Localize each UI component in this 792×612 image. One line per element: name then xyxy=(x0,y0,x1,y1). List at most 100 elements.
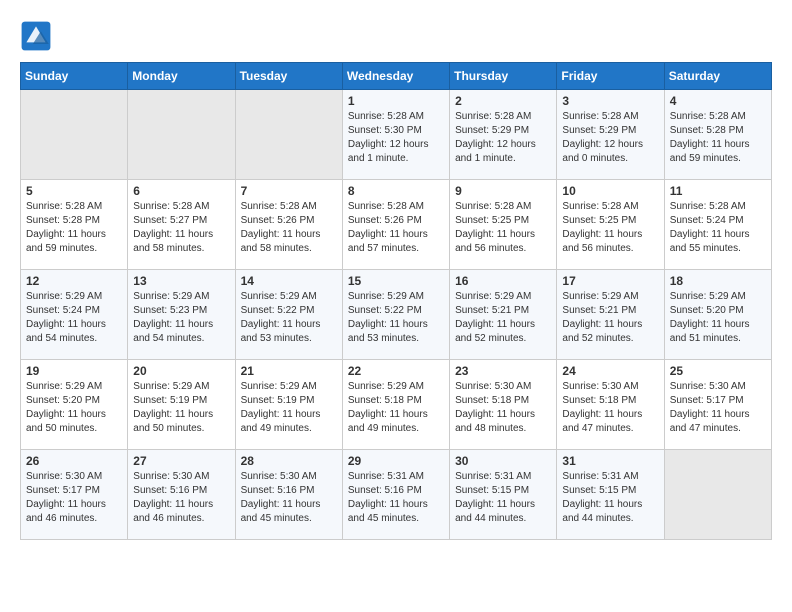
calendar-cell xyxy=(21,90,128,180)
day-info: Sunrise: 5:28 AMSunset: 5:29 PMDaylight:… xyxy=(455,110,551,166)
calendar-cell: 22 Sunrise: 5:29 AMSunset: 5:18 PMDaylig… xyxy=(342,360,449,450)
calendar-cell: 7 Sunrise: 5:28 AMSunset: 5:26 PMDayligh… xyxy=(235,180,342,270)
weekday-header: Monday xyxy=(128,63,235,90)
day-number: 29 xyxy=(348,454,444,468)
day-number: 24 xyxy=(562,364,658,378)
calendar-cell: 5 Sunrise: 5:28 AMSunset: 5:28 PMDayligh… xyxy=(21,180,128,270)
calendar-cell: 4 Sunrise: 5:28 AMSunset: 5:28 PMDayligh… xyxy=(664,90,771,180)
calendar-cell: 31 Sunrise: 5:31 AMSunset: 5:15 PMDaylig… xyxy=(557,450,664,540)
day-number: 6 xyxy=(133,184,229,198)
day-number: 30 xyxy=(455,454,551,468)
day-number: 27 xyxy=(133,454,229,468)
calendar-week-row: 19 Sunrise: 5:29 AMSunset: 5:20 PMDaylig… xyxy=(21,360,772,450)
weekday-header: Sunday xyxy=(21,63,128,90)
day-info: Sunrise: 5:29 AMSunset: 5:18 PMDaylight:… xyxy=(348,380,444,436)
calendar-cell: 24 Sunrise: 5:30 AMSunset: 5:18 PMDaylig… xyxy=(557,360,664,450)
calendar-cell: 10 Sunrise: 5:28 AMSunset: 5:25 PMDaylig… xyxy=(557,180,664,270)
day-info: Sunrise: 5:28 AMSunset: 5:30 PMDaylight:… xyxy=(348,110,444,166)
calendar-cell xyxy=(128,90,235,180)
day-info: Sunrise: 5:28 AMSunset: 5:25 PMDaylight:… xyxy=(455,200,551,256)
calendar-cell: 27 Sunrise: 5:30 AMSunset: 5:16 PMDaylig… xyxy=(128,450,235,540)
calendar-cell: 18 Sunrise: 5:29 AMSunset: 5:20 PMDaylig… xyxy=(664,270,771,360)
day-number: 25 xyxy=(670,364,766,378)
calendar-table: SundayMondayTuesdayWednesdayThursdayFrid… xyxy=(20,62,772,540)
calendar-cell: 6 Sunrise: 5:28 AMSunset: 5:27 PMDayligh… xyxy=(128,180,235,270)
day-number: 7 xyxy=(241,184,337,198)
day-number: 23 xyxy=(455,364,551,378)
day-info: Sunrise: 5:30 AMSunset: 5:18 PMDaylight:… xyxy=(455,380,551,436)
day-info: Sunrise: 5:30 AMSunset: 5:17 PMDaylight:… xyxy=(670,380,766,436)
day-number: 15 xyxy=(348,274,444,288)
calendar-cell: 8 Sunrise: 5:28 AMSunset: 5:26 PMDayligh… xyxy=(342,180,449,270)
day-number: 16 xyxy=(455,274,551,288)
day-info: Sunrise: 5:28 AMSunset: 5:26 PMDaylight:… xyxy=(348,200,444,256)
day-number: 13 xyxy=(133,274,229,288)
logo xyxy=(20,20,56,52)
day-number: 14 xyxy=(241,274,337,288)
calendar-cell: 25 Sunrise: 5:30 AMSunset: 5:17 PMDaylig… xyxy=(664,360,771,450)
day-info: Sunrise: 5:29 AMSunset: 5:22 PMDaylight:… xyxy=(348,290,444,346)
day-number: 17 xyxy=(562,274,658,288)
day-info: Sunrise: 5:28 AMSunset: 5:26 PMDaylight:… xyxy=(241,200,337,256)
day-number: 28 xyxy=(241,454,337,468)
calendar-week-row: 26 Sunrise: 5:30 AMSunset: 5:17 PMDaylig… xyxy=(21,450,772,540)
day-number: 1 xyxy=(348,94,444,108)
weekday-header: Wednesday xyxy=(342,63,449,90)
calendar-cell xyxy=(235,90,342,180)
day-number: 9 xyxy=(455,184,551,198)
calendar-cell: 23 Sunrise: 5:30 AMSunset: 5:18 PMDaylig… xyxy=(450,360,557,450)
calendar-cell: 9 Sunrise: 5:28 AMSunset: 5:25 PMDayligh… xyxy=(450,180,557,270)
calendar-cell: 12 Sunrise: 5:29 AMSunset: 5:24 PMDaylig… xyxy=(21,270,128,360)
day-info: Sunrise: 5:28 AMSunset: 5:24 PMDaylight:… xyxy=(670,200,766,256)
calendar-cell: 28 Sunrise: 5:30 AMSunset: 5:16 PMDaylig… xyxy=(235,450,342,540)
weekday-row: SundayMondayTuesdayWednesdayThursdayFrid… xyxy=(21,63,772,90)
day-number: 18 xyxy=(670,274,766,288)
calendar-header: SundayMondayTuesdayWednesdayThursdayFrid… xyxy=(21,63,772,90)
calendar-body: 1 Sunrise: 5:28 AMSunset: 5:30 PMDayligh… xyxy=(21,90,772,540)
day-info: Sunrise: 5:29 AMSunset: 5:22 PMDaylight:… xyxy=(241,290,337,346)
day-info: Sunrise: 5:29 AMSunset: 5:20 PMDaylight:… xyxy=(26,380,122,436)
day-number: 11 xyxy=(670,184,766,198)
day-number: 10 xyxy=(562,184,658,198)
day-info: Sunrise: 5:28 AMSunset: 5:25 PMDaylight:… xyxy=(562,200,658,256)
calendar-cell: 2 Sunrise: 5:28 AMSunset: 5:29 PMDayligh… xyxy=(450,90,557,180)
calendar-cell: 30 Sunrise: 5:31 AMSunset: 5:15 PMDaylig… xyxy=(450,450,557,540)
day-info: Sunrise: 5:31 AMSunset: 5:15 PMDaylight:… xyxy=(562,470,658,526)
calendar-cell: 21 Sunrise: 5:29 AMSunset: 5:19 PMDaylig… xyxy=(235,360,342,450)
day-number: 22 xyxy=(348,364,444,378)
day-info: Sunrise: 5:30 AMSunset: 5:18 PMDaylight:… xyxy=(562,380,658,436)
day-info: Sunrise: 5:29 AMSunset: 5:20 PMDaylight:… xyxy=(670,290,766,346)
calendar-week-row: 12 Sunrise: 5:29 AMSunset: 5:24 PMDaylig… xyxy=(21,270,772,360)
day-info: Sunrise: 5:30 AMSunset: 5:16 PMDaylight:… xyxy=(133,470,229,526)
day-number: 19 xyxy=(26,364,122,378)
day-number: 20 xyxy=(133,364,229,378)
day-number: 21 xyxy=(241,364,337,378)
logo-icon xyxy=(20,20,52,52)
day-info: Sunrise: 5:29 AMSunset: 5:19 PMDaylight:… xyxy=(241,380,337,436)
page-header xyxy=(20,20,772,52)
weekday-header: Saturday xyxy=(664,63,771,90)
calendar-cell: 16 Sunrise: 5:29 AMSunset: 5:21 PMDaylig… xyxy=(450,270,557,360)
calendar-week-row: 1 Sunrise: 5:28 AMSunset: 5:30 PMDayligh… xyxy=(21,90,772,180)
day-info: Sunrise: 5:28 AMSunset: 5:29 PMDaylight:… xyxy=(562,110,658,166)
calendar-cell xyxy=(664,450,771,540)
weekday-header: Friday xyxy=(557,63,664,90)
weekday-header: Tuesday xyxy=(235,63,342,90)
day-number: 31 xyxy=(562,454,658,468)
day-info: Sunrise: 5:28 AMSunset: 5:28 PMDaylight:… xyxy=(670,110,766,166)
day-number: 12 xyxy=(26,274,122,288)
day-info: Sunrise: 5:29 AMSunset: 5:21 PMDaylight:… xyxy=(455,290,551,346)
day-number: 8 xyxy=(348,184,444,198)
day-info: Sunrise: 5:30 AMSunset: 5:16 PMDaylight:… xyxy=(241,470,337,526)
calendar-cell: 19 Sunrise: 5:29 AMSunset: 5:20 PMDaylig… xyxy=(21,360,128,450)
calendar-cell: 3 Sunrise: 5:28 AMSunset: 5:29 PMDayligh… xyxy=(557,90,664,180)
day-info: Sunrise: 5:28 AMSunset: 5:28 PMDaylight:… xyxy=(26,200,122,256)
day-info: Sunrise: 5:29 AMSunset: 5:23 PMDaylight:… xyxy=(133,290,229,346)
calendar-cell: 11 Sunrise: 5:28 AMSunset: 5:24 PMDaylig… xyxy=(664,180,771,270)
day-number: 26 xyxy=(26,454,122,468)
calendar-cell: 15 Sunrise: 5:29 AMSunset: 5:22 PMDaylig… xyxy=(342,270,449,360)
day-number: 2 xyxy=(455,94,551,108)
calendar-cell: 29 Sunrise: 5:31 AMSunset: 5:16 PMDaylig… xyxy=(342,450,449,540)
day-info: Sunrise: 5:29 AMSunset: 5:19 PMDaylight:… xyxy=(133,380,229,436)
day-info: Sunrise: 5:31 AMSunset: 5:15 PMDaylight:… xyxy=(455,470,551,526)
